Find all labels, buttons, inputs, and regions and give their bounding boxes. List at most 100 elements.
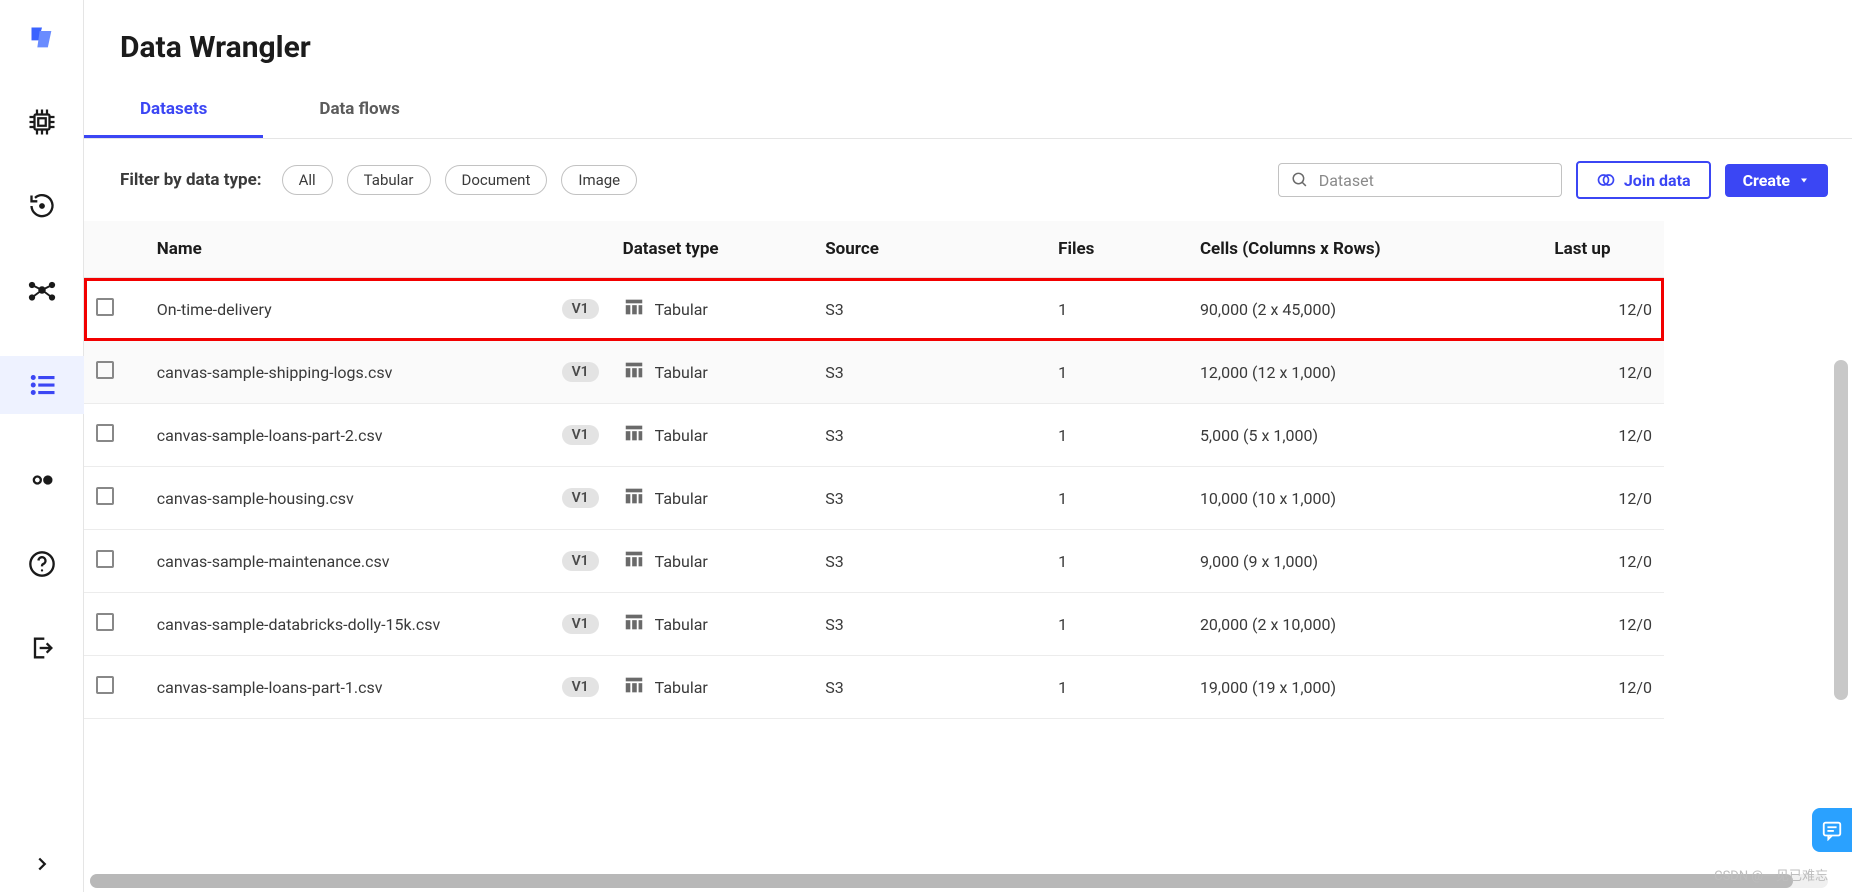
filter-pill-tabular[interactable]: Tabular xyxy=(347,165,431,195)
dataset-last-updated: 12/0 xyxy=(1542,656,1664,719)
column-files[interactable]: Files xyxy=(1046,221,1188,278)
tab-datasets[interactable]: Datasets xyxy=(84,83,263,138)
column-checkbox xyxy=(84,221,145,278)
left-nav xyxy=(0,0,84,892)
dataset-type: Tabular xyxy=(655,300,708,319)
watermark: CSDN @一见已难忘 xyxy=(1714,865,1828,884)
dataset-cells: 10,000 (10 x 1,000) xyxy=(1188,467,1542,530)
dataset-files: 1 xyxy=(1046,593,1188,656)
version-tag: V1 xyxy=(562,551,599,571)
version-tag: V1 xyxy=(562,425,599,445)
dataset-files: 1 xyxy=(1046,404,1188,467)
chip-icon[interactable] xyxy=(24,104,60,140)
row-checkbox[interactable] xyxy=(96,487,114,505)
table-row[interactable]: canvas-sample-housing.csvV1TabularS3110,… xyxy=(84,467,1664,530)
nav-item-data-wrangler[interactable] xyxy=(0,356,84,414)
create-button[interactable]: Create xyxy=(1725,164,1828,197)
dataset-name: canvas-sample-housing.csv xyxy=(157,489,354,508)
join-data-button[interactable]: Join data xyxy=(1576,161,1711,199)
column-source[interactable]: Source xyxy=(813,221,1046,278)
chat-button[interactable] xyxy=(1812,808,1852,852)
row-checkbox[interactable] xyxy=(96,361,114,379)
dataset-type: Tabular xyxy=(655,489,708,508)
dataset-files: 1 xyxy=(1046,530,1188,593)
page-title: Data Wrangler xyxy=(84,0,1852,83)
filter-pill-all[interactable]: All xyxy=(282,165,333,195)
app-logo-icon[interactable] xyxy=(24,20,60,56)
dataset-name: On-time-delivery xyxy=(157,300,272,319)
help-icon[interactable] xyxy=(24,546,60,582)
column-last-updated[interactable]: Last up xyxy=(1542,221,1664,278)
dataset-cells: 20,000 (2 x 10,000) xyxy=(1188,593,1542,656)
dataset-source: S3 xyxy=(813,278,1046,341)
refresh-icon[interactable] xyxy=(24,188,60,224)
row-checkbox[interactable] xyxy=(96,676,114,694)
chat-icon xyxy=(1821,819,1843,841)
dataset-cells: 5,000 (5 x 1,000) xyxy=(1188,404,1542,467)
column-name[interactable]: Name xyxy=(145,221,611,278)
table-row[interactable]: canvas-sample-databricks-dolly-15k.csvV1… xyxy=(84,593,1664,656)
table-row[interactable]: canvas-sample-maintenance.csv V1 Tabular S3… xyxy=(84,530,1664,593)
row-checkbox[interactable] xyxy=(96,550,114,568)
version-tag: V1 xyxy=(562,677,599,697)
dataset-name: canvas-sample-shipping-logs.csv xyxy=(157,363,393,382)
table-row[interactable]: canvas-sample-loans-part-1.csv V1 Tabular S… xyxy=(84,656,1664,719)
dataset-source: S3 xyxy=(813,530,1046,593)
tabular-icon xyxy=(623,611,645,637)
dataset-last-updated: 12/0 xyxy=(1542,530,1664,593)
dataset-name: canvas-sample-databricks-dolly-15k.csv xyxy=(157,615,440,634)
dataset-type: Tabular xyxy=(655,552,708,571)
main-content: Data Wrangler Datasets Data flows Filter… xyxy=(84,0,1852,892)
tabular-icon xyxy=(623,485,645,511)
dataset-type: Tabular xyxy=(655,678,708,697)
dataset-files: 1 xyxy=(1046,341,1188,404)
dataset-source: S3 xyxy=(813,467,1046,530)
dataset-source: S3 xyxy=(813,593,1046,656)
toolbar: Filter by data type: All Tabular Documen… xyxy=(84,139,1852,221)
logout-icon[interactable] xyxy=(24,630,60,666)
dots-icon[interactable] xyxy=(24,462,60,498)
datasets-table: Name Dataset type Source Files Cells (Co… xyxy=(84,221,1664,719)
dataset-last-updated: 12/0 xyxy=(1542,467,1664,530)
version-tag: V1 xyxy=(562,299,599,319)
table-row[interactable]: canvas-sample-shipping-logs.csv V1 Tabular… xyxy=(84,341,1664,404)
graph-node-icon[interactable] xyxy=(24,272,60,308)
filter-pill-image[interactable]: Image xyxy=(561,165,637,195)
dataset-name: canvas-sample-loans-part-1.csv xyxy=(157,678,383,697)
dataset-last-updated: 12/0 xyxy=(1542,404,1664,467)
dataset-source: S3 xyxy=(813,341,1046,404)
dataset-cells: 90,000 (2 x 45,000) xyxy=(1188,278,1542,341)
column-type[interactable]: Dataset type xyxy=(611,221,814,278)
dataset-cells: 9,000 (9 x 1,000) xyxy=(1188,530,1542,593)
tabular-icon xyxy=(623,548,645,574)
row-checkbox[interactable] xyxy=(96,298,114,316)
dataset-name: canvas-sample-maintenance.csv xyxy=(157,552,390,571)
dataset-type: Tabular xyxy=(655,615,708,634)
version-tag: V1 xyxy=(562,488,599,508)
table-scroll[interactable]: Name Dataset type Source Files Cells (Co… xyxy=(84,221,1852,892)
dataset-files: 1 xyxy=(1046,278,1188,341)
filter-pill-document[interactable]: Document xyxy=(445,165,548,195)
search-input[interactable] xyxy=(1319,171,1549,190)
vertical-scrollbar[interactable] xyxy=(1834,360,1848,700)
dataset-source: S3 xyxy=(813,656,1046,719)
row-checkbox[interactable] xyxy=(96,424,114,442)
dataset-cells: 12,000 (12 x 1,000) xyxy=(1188,341,1542,404)
row-checkbox[interactable] xyxy=(96,613,114,631)
tab-dataflows[interactable]: Data flows xyxy=(263,83,455,138)
table-row[interactable]: canvas-sample-loans-part-2.csvV1TabularS… xyxy=(84,404,1664,467)
tabs: Datasets Data flows xyxy=(84,83,1852,139)
dataset-last-updated: 12/0 xyxy=(1542,278,1664,341)
tabular-icon xyxy=(623,359,645,385)
dataset-type: Tabular xyxy=(655,426,708,445)
version-tag: V1 xyxy=(562,362,599,382)
dataset-type: Tabular xyxy=(655,363,708,382)
dataset-last-updated: 12/0 xyxy=(1542,341,1664,404)
venn-icon xyxy=(1596,170,1616,190)
column-cells[interactable]: Cells (Columns x Rows) xyxy=(1188,221,1542,278)
table-row[interactable]: On-time-delivery V1 Tabular S3190,000 (2 x … xyxy=(84,278,1664,341)
chevron-right-icon[interactable] xyxy=(24,846,60,882)
horizontal-scrollbar[interactable] xyxy=(90,874,1828,888)
join-data-label: Join data xyxy=(1624,171,1691,190)
search-box[interactable] xyxy=(1278,163,1562,197)
